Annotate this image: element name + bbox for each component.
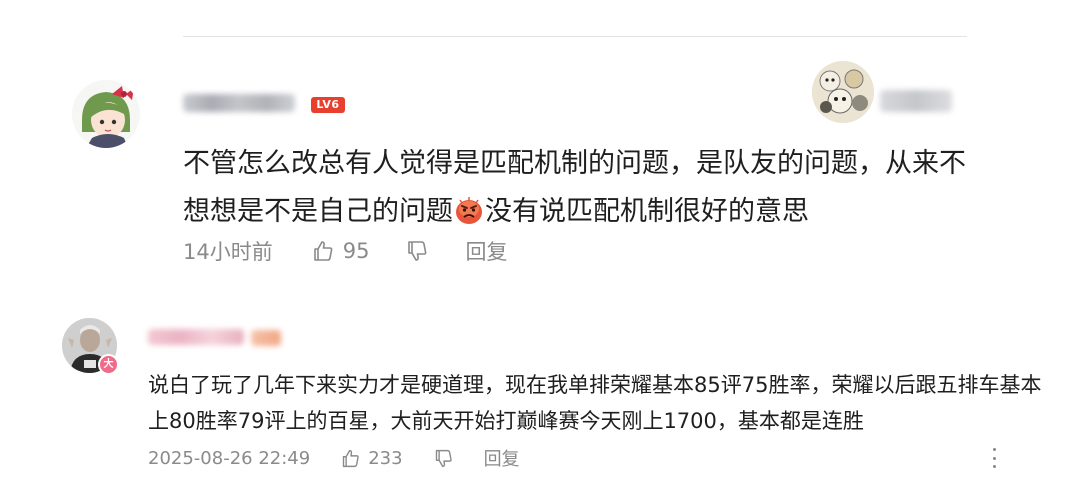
comment-1-avatar[interactable]: [72, 80, 140, 148]
comment-2-badge-blurred: [251, 330, 281, 346]
comment-1-text-part-2: 没有说匹配机制很好的意思: [485, 196, 809, 227]
comment-1-username[interactable]: [183, 94, 295, 112]
comment-1-like-count: 95: [342, 239, 370, 263]
vip-badge: 大: [98, 354, 119, 375]
comment-2-time: 2025-08-26 22:49: [148, 447, 311, 469]
comment-1-meta: 14小时前 95 回复: [183, 236, 507, 266]
level-badge: LV6: [311, 97, 345, 113]
thumbs-up-icon[interactable]: [340, 448, 361, 469]
more-options-icon[interactable]: [989, 448, 999, 468]
right-pendant-avatar[interactable]: [812, 61, 874, 123]
angry-face-sticker-icon: [454, 193, 484, 224]
comment-1-text: 不管怎么改总有人觉得是匹配机制的问题，是队友的问题，从来不想想是不是自己的问题没…: [183, 140, 983, 236]
comment-2-username[interactable]: [148, 329, 244, 345]
thumbs-down-icon[interactable]: [405, 239, 429, 263]
comment-2-text: 说白了玩了几年下来实力才是硬道理，现在我单排荣耀基本85评75胜率，荣耀以后跟五…: [148, 373, 1042, 433]
comment-1-time: 14小时前: [183, 240, 273, 264]
right-blurred-label: [880, 90, 952, 112]
comment-2-meta: 2025-08-26 22:49 233 回复: [148, 444, 520, 472]
decorative-pendant-icon: [812, 61, 874, 123]
thumbs-down-icon[interactable]: [433, 448, 454, 469]
thumbs-up-icon[interactable]: [311, 239, 335, 263]
anime-girl-avatar-icon: [72, 80, 140, 148]
comment-1-reply-button[interactable]: 回复: [465, 236, 507, 266]
comment-2-reply-button[interactable]: 回复: [484, 445, 520, 471]
top-divider: [183, 36, 967, 37]
comment-2-like-count: 233: [368, 447, 403, 469]
